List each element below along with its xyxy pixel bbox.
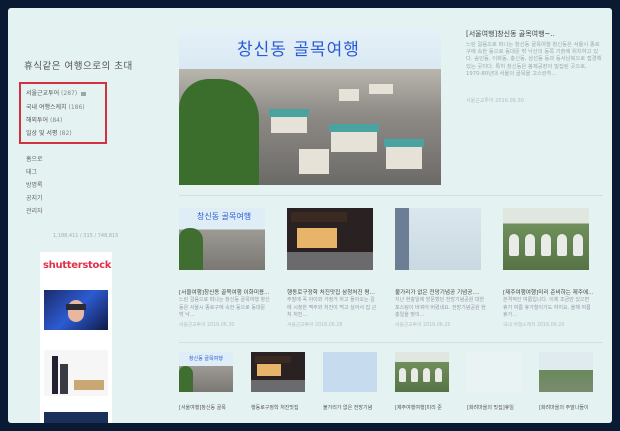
post-excerpt: 느린 걸음으로 떠나는 창신동 골목여행 창신동은 서울시 종로구에 속한 동으… <box>179 297 270 318</box>
post-thumbnail[interactable] <box>395 208 481 270</box>
nav-home-link[interactable]: 홈으로 <box>26 154 43 163</box>
post-date: 서울근교투어 2016.06.30 <box>179 323 235 328</box>
post-excerpt: 주말에 꼭 아이와 가정거 하고 돌아오는 길에 시청한 맥주와 처진이 먹고 … <box>287 297 377 318</box>
sidebar-ad[interactable]: shutterstock <box>40 252 112 423</box>
category-count: (287) <box>61 90 78 97</box>
category-label: 해외투어 <box>26 117 49 124</box>
post-thumbnail[interactable] <box>287 208 373 270</box>
featured-post-title[interactable]: [서울여행]창신동 골목여행~.. <box>466 29 555 39</box>
post-thumbnail[interactable]: 창신동 골목여행 <box>179 352 233 392</box>
featured-image-caption: 창신동 골목여행 <box>237 40 360 60</box>
post-title[interactable]: 행동로구정학 처진맛집 <box>251 404 313 411</box>
blog-title[interactable]: 휴식같은 여행으로의 초대 <box>24 58 133 72</box>
category-item-seoul[interactable]: 서울근교투어 (287) <box>26 88 87 97</box>
featured-post-date: 서울근교투어 2016.06.30 <box>466 98 524 104</box>
post-excerpt: 본격적인 여름입니다. 이제 조금만 있으면 휴가 여름 휴가철이기도 하지요.… <box>503 297 591 318</box>
new-badge-icon <box>81 91 87 96</box>
post-thumbnail[interactable] <box>251 352 305 392</box>
nav-tag-link[interactable]: 태그 <box>26 167 37 176</box>
post-title[interactable]: 불가리가 없은 전망기념공 기념공.... <box>395 288 487 296</box>
category-count: (186) <box>68 104 85 111</box>
post-thumbnail[interactable] <box>539 352 593 392</box>
post-excerpt: 지난 현충일에 방문했던 전망기념공원 대한 포스팅이 바뀌어 버렸네요. 전망… <box>395 297 486 318</box>
browser-window: 휴식같은 여행으로의 초대 서울근교투어 (287) 국내 여행스케치 (186… <box>8 8 612 423</box>
post-title[interactable]: [화려마을의 주말나들이 <box>539 404 601 411</box>
category-label: 국내 여행스케치 <box>26 104 67 111</box>
ad-image-books <box>44 350 108 396</box>
post-date: 서울근교투어 2016.06.25 <box>395 323 451 328</box>
ad-image-vr <box>44 290 108 330</box>
category-label: 서울근교투어 <box>26 90 60 97</box>
category-count: (82) <box>59 130 72 137</box>
post-date: 국내 여행스케치 2016.06.20 <box>503 323 565 328</box>
post-title[interactable]: 불가리가 없은 전망기념 <box>323 404 385 411</box>
post-thumbnail[interactable] <box>467 352 521 392</box>
sidebar: 휴식같은 여행으로의 초대 서울근교투어 (287) 국내 여행스케치 (186… <box>8 8 168 423</box>
post-title[interactable]: [제주여행여행]미리 준비하는 제주에... <box>503 288 595 296</box>
featured-post-excerpt: 느린 걸음으로 떠나는 창신동 골목여행 창신동은 서울시 종로구에 속한 동으… <box>466 42 602 77</box>
post-thumbnail[interactable] <box>395 352 449 392</box>
post-date: 서울근교투어 2016.06.28 <box>287 323 343 328</box>
post-title[interactable]: [서울여행]창신동 골목여행 이화미용... <box>179 288 271 296</box>
post-title[interactable]: [제주여행여행]미리 준 <box>395 404 457 411</box>
section-divider <box>179 195 603 196</box>
nav-notice-link[interactable]: 공지기 <box>26 193 43 202</box>
post-title[interactable]: [화려마을의 맛집]휴일 <box>467 404 529 411</box>
ad-image-strip <box>44 412 108 423</box>
category-item-overseas[interactable]: 해외투어 (84) <box>26 115 62 124</box>
visitor-counter: 1,188,411 / 315 / 748,815 <box>53 233 119 239</box>
nav-guestbook-link[interactable]: 방명록 <box>26 180 43 189</box>
post-thumbnail[interactable] <box>323 352 377 392</box>
section-divider <box>179 342 603 343</box>
post-thumbnail[interactable]: 창신동 골목여행 <box>179 208 265 270</box>
category-label: 일상 및 서평 <box>26 130 58 137</box>
category-item-daily[interactable]: 일상 및 서평 (82) <box>26 128 72 137</box>
nav-admin-link[interactable]: 관리자 <box>26 206 43 215</box>
featured-post-image[interactable]: 창신동 골목여행 <box>179 29 441 185</box>
category-count: (84) <box>50 117 63 124</box>
post-thumbnail[interactable] <box>503 208 589 270</box>
post-title[interactable]: 행동로구정학 처진맛집 삼청처진 평... <box>287 288 379 296</box>
post-title[interactable]: [서울여행]창신동 골목 <box>179 404 241 411</box>
category-item-domestic[interactable]: 국내 여행스케치 (186) <box>26 102 85 111</box>
ad-brand-logo: shutterstock <box>43 260 112 271</box>
